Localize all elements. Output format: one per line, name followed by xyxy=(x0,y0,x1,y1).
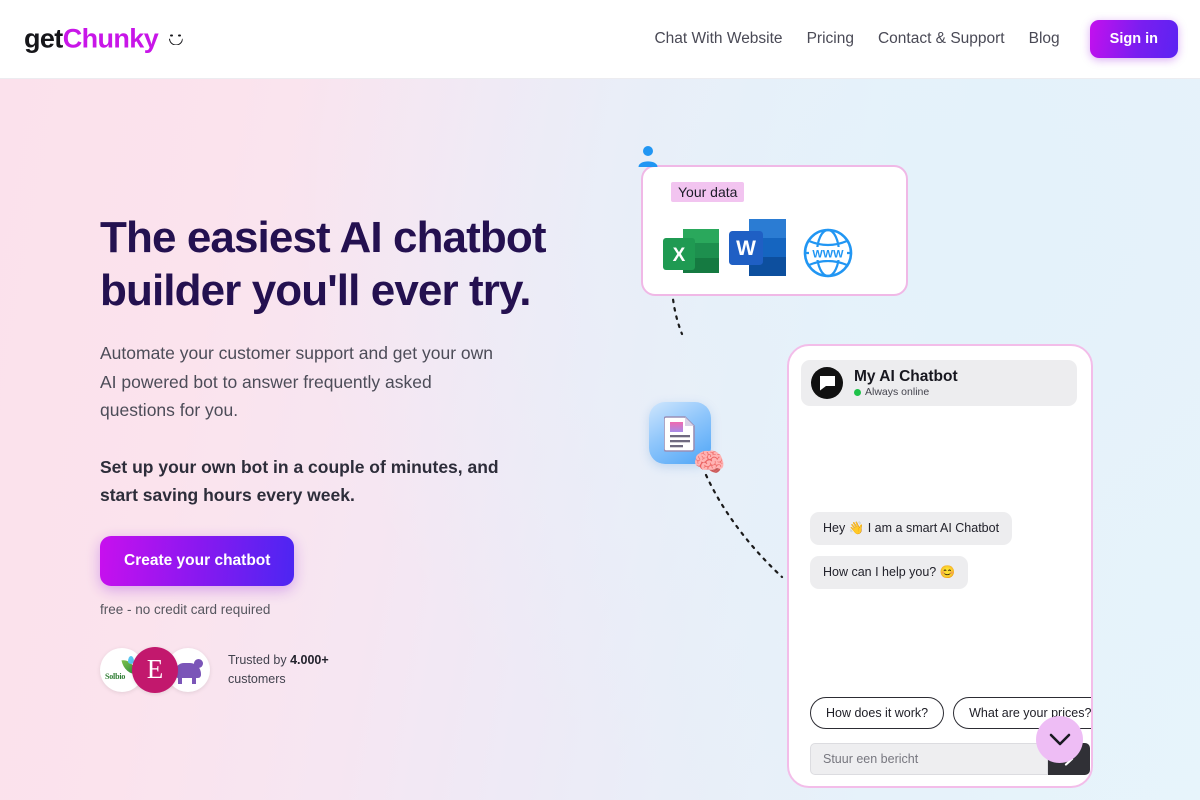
nav-link-blog[interactable]: Blog xyxy=(1017,30,1072,48)
site-logo[interactable]: getChunky xyxy=(24,23,184,54)
create-chatbot-button[interactable]: Create your chatbot xyxy=(100,535,295,586)
chat-bot-name: My AI Chatbot xyxy=(854,367,958,385)
chat-message-input[interactable] xyxy=(810,743,1048,775)
chat-bot-meta: My AI Chatbot Always online xyxy=(854,367,958,398)
chat-message: How can I help you? 😊 xyxy=(810,556,969,589)
e-logo: E xyxy=(132,646,178,693)
site-header: getChunky Chat With Website Pricing Cont… xyxy=(0,0,1200,79)
chat-widget-header: My AI Chatbot Always online xyxy=(801,360,1077,406)
excel-icon: X xyxy=(663,229,719,273)
page-title: The easiest AI chatbot builder you'll ev… xyxy=(100,211,620,317)
document-icon xyxy=(664,416,695,452)
e-logo-text: E xyxy=(146,654,164,684)
your-data-label: Your data xyxy=(671,182,745,202)
your-data-card: Your data X W WWW xyxy=(638,146,908,296)
headline-line-2: builder you'll ever try. xyxy=(100,266,532,316)
hero-section: The easiest AI chatbot builder you'll ev… xyxy=(0,79,1200,800)
hero-bold-paragraph: Set up your own bot in a couple of minut… xyxy=(100,456,499,505)
scroll-down-button[interactable] xyxy=(1036,716,1083,763)
hero-paragraph: Automate your customer support and get y… xyxy=(100,343,493,421)
online-dot-icon xyxy=(854,388,861,396)
logo-text-chunky: Chunky xyxy=(62,23,159,54)
status-badge: Always online xyxy=(854,386,958,398)
brain-emoji: 🧠 xyxy=(693,447,726,477)
www-globe-icon: WWW xyxy=(803,228,853,278)
trust-prefix: Trusted by xyxy=(228,653,291,668)
solbio-logo-text: Solbio xyxy=(105,671,126,681)
sign-in-button[interactable]: Sign in xyxy=(1089,20,1178,58)
word-icon: W xyxy=(729,219,786,276)
chat-bubble-avatar-icon xyxy=(811,367,843,399)
main-navigation: Chat With Website Pricing Contact & Supp… xyxy=(642,20,1178,58)
smiley-face-icon xyxy=(167,32,184,49)
nav-link-pricing[interactable]: Pricing xyxy=(795,30,866,48)
logo-text: getChunky xyxy=(24,23,159,54)
chat-bot-status-text: Always online xyxy=(865,386,930,399)
nav-link-contact-support[interactable]: Contact & Support xyxy=(866,30,1017,48)
chat-message: Hey 👋 I am a smart AI Chatbot xyxy=(810,512,1013,545)
chevron-down-icon xyxy=(1049,733,1070,745)
data-source-icons: X W WWW xyxy=(657,215,897,285)
landing-page: getChunky Chat With Website Pricing Cont… xyxy=(0,0,1200,800)
trust-row: Solbio E Trusted by 4.000+ customers xyxy=(100,646,620,693)
hero-copy-column: The easiest AI chatbot builder you'll ev… xyxy=(100,211,620,693)
trust-suffix: customers xyxy=(228,671,286,686)
svg-text:WWW: WWW xyxy=(812,249,844,261)
svg-text:W: W xyxy=(736,237,756,260)
logo-text-get: get xyxy=(24,23,63,54)
trust-text: Trusted by 4.000+ customers xyxy=(228,651,338,687)
trust-count: 4.000+ xyxy=(290,653,329,668)
headline-line-1: The easiest AI chatbot xyxy=(100,213,546,262)
person-avatar-icon xyxy=(638,146,658,167)
suggestion-chip-how-does-it-work[interactable]: How does it work? xyxy=(810,697,945,729)
svg-text:X: X xyxy=(673,245,686,266)
nav-link-chat-with-website[interactable]: Chat With Website xyxy=(642,30,794,48)
free-note-text: free - no credit card required xyxy=(100,601,271,617)
trust-logos: Solbio E xyxy=(100,646,210,693)
